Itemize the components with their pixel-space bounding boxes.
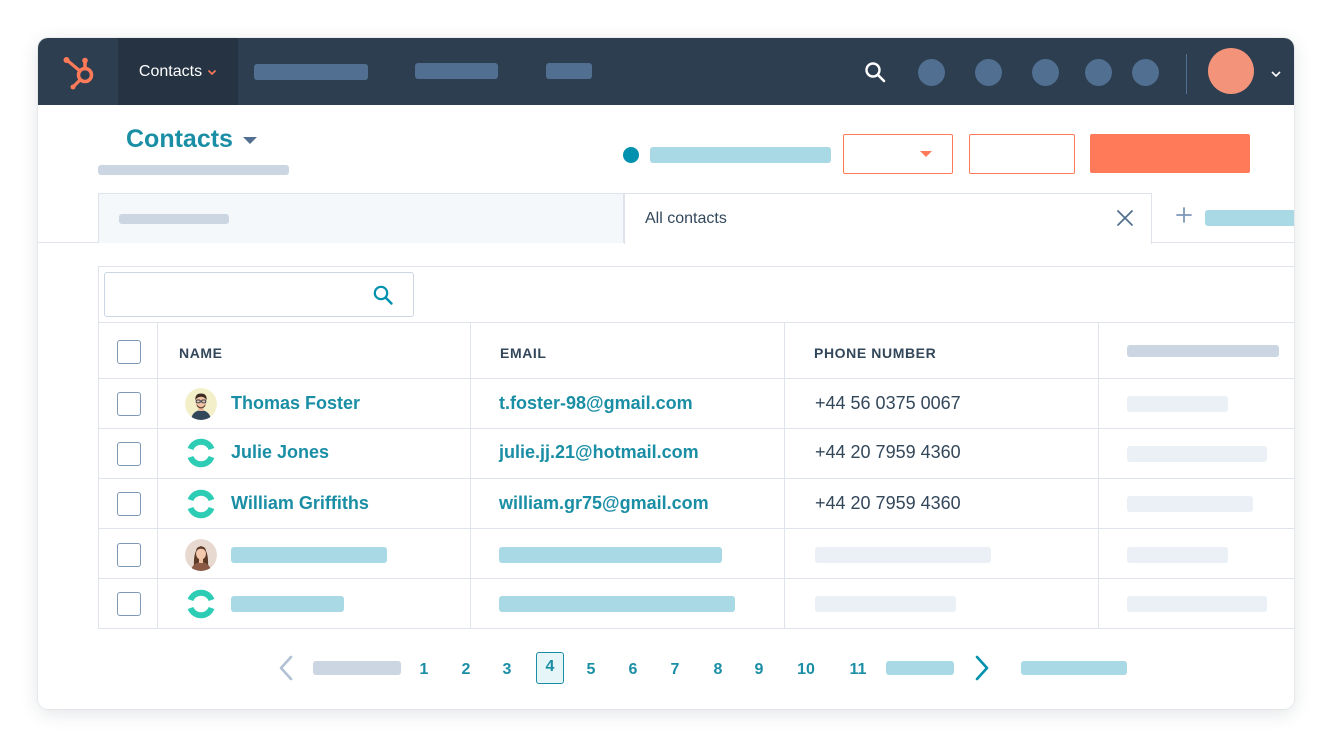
- sprocket-avatar-icon: [187, 589, 215, 619]
- cell-placeholder: [1127, 547, 1228, 563]
- search-icon[interactable]: [863, 60, 887, 84]
- contact-phone: +44 20 7959 4360: [815, 493, 961, 513]
- column-header-email[interactable]: EMAIL: [500, 345, 547, 361]
- table-search-input[interactable]: [104, 272, 414, 317]
- top-nav: Contacts: [38, 38, 1294, 105]
- nav-contacts-label: Contacts: [138, 62, 203, 80]
- user-avatar[interactable]: [1208, 48, 1254, 94]
- contact-name-link[interactable]: Thomas Foster: [231, 393, 360, 414]
- email-placeholder[interactable]: [499, 547, 722, 563]
- status-text-placeholder: [650, 147, 831, 163]
- phone-placeholder: [815, 596, 956, 612]
- next-label-placeholder[interactable]: [886, 661, 954, 675]
- prev-label-placeholder[interactable]: [313, 661, 401, 675]
- table-row[interactable]: Thomas Foster t.foster-98@gmail.com +44 …: [99, 378, 1294, 428]
- row-checkbox[interactable]: [117, 543, 141, 567]
- nav-icon-placeholder[interactable]: [975, 59, 1002, 86]
- page-number[interactable]: 6: [619, 656, 647, 688]
- row-checkbox[interactable]: [117, 392, 141, 416]
- plus-icon[interactable]: [1175, 206, 1193, 224]
- phone-placeholder: [815, 547, 991, 563]
- nav-icon-placeholder[interactable]: [1132, 59, 1159, 86]
- email-placeholder[interactable]: [499, 596, 735, 612]
- contact-email-link[interactable]: julie.jj.21@hotmail.com: [499, 442, 699, 463]
- status-dot: [623, 147, 639, 163]
- nav-icon-placeholder[interactable]: [1085, 59, 1112, 86]
- hubspot-logo-icon[interactable]: [58, 52, 98, 92]
- table-row[interactable]: William Griffiths william.gr75@gmail.com…: [99, 478, 1294, 528]
- nav-divider: [1186, 54, 1187, 94]
- caret-down-icon: [920, 151, 932, 157]
- contact-photo-avatar: [185, 539, 217, 571]
- nav-contacts-menu[interactable]: Contacts: [118, 38, 238, 105]
- contact-email-link[interactable]: william.gr75@gmail.com: [499, 493, 709, 514]
- page-number[interactable]: 5: [577, 656, 605, 688]
- page-number[interactable]: 11: [843, 656, 873, 688]
- page-size-placeholder[interactable]: [1021, 661, 1127, 675]
- contact-name-link[interactable]: William Griffiths: [231, 493, 369, 514]
- table-row[interactable]: [99, 578, 1294, 629]
- nav-item-placeholder[interactable]: [254, 64, 368, 80]
- row-checkbox[interactable]: [117, 442, 141, 466]
- table-row[interactable]: Julie Jones julie.jj.21@hotmail.com +44 …: [99, 428, 1294, 478]
- tab-label: All contacts: [645, 210, 727, 227]
- page-title-text: Contacts: [126, 125, 233, 153]
- sprocket-avatar-icon: [187, 438, 215, 468]
- sprocket-avatar-icon: [187, 489, 215, 519]
- chevron-down-icon[interactable]: [1270, 68, 1282, 80]
- name-placeholder[interactable]: [231, 547, 387, 563]
- subtitle-placeholder: [98, 165, 289, 175]
- row-checkbox[interactable]: [117, 492, 141, 516]
- contact-phone: +44 56 0375 0067: [815, 393, 961, 413]
- page-number[interactable]: 1: [410, 656, 438, 688]
- column-header-name[interactable]: NAME: [179, 345, 223, 361]
- row-checkbox[interactable]: [117, 592, 141, 616]
- select-all-checkbox[interactable]: [117, 340, 141, 364]
- page-number[interactable]: 3: [493, 656, 521, 688]
- cell-placeholder: [1127, 496, 1253, 512]
- contact-name-link[interactable]: Julie Jones: [231, 442, 329, 463]
- column-header-phone[interactable]: PHONE NUMBER: [814, 345, 936, 361]
- table-header-row: NAME EMAIL PHONE NUMBER: [99, 322, 1294, 379]
- page-number[interactable]: 8: [704, 656, 732, 688]
- chevron-left-icon[interactable]: [276, 654, 296, 682]
- page-number-current[interactable]: 4: [536, 652, 564, 684]
- nav-item-placeholder[interactable]: [415, 63, 498, 79]
- page-title[interactable]: Contacts: [126, 125, 257, 154]
- contact-email-link[interactable]: t.foster-98@gmail.com: [499, 393, 693, 414]
- cell-placeholder: [1127, 596, 1267, 612]
- page-number[interactable]: 2: [452, 656, 480, 688]
- column-header-placeholder[interactable]: [1127, 345, 1279, 357]
- tab-label-placeholder: [119, 214, 229, 224]
- cell-placeholder: [1127, 446, 1267, 462]
- primary-create-button[interactable]: [1090, 134, 1250, 173]
- table-row[interactable]: [99, 528, 1294, 578]
- secondary-button[interactable]: [969, 134, 1075, 174]
- caret-down-icon: [242, 137, 257, 144]
- close-icon[interactable]: [1115, 208, 1135, 228]
- contact-photo-avatar: [185, 388, 217, 420]
- view-tab-inactive[interactable]: [98, 193, 624, 243]
- nav-icon-placeholder[interactable]: [1032, 59, 1059, 86]
- page-number[interactable]: 7: [661, 656, 689, 688]
- name-placeholder[interactable]: [231, 596, 344, 612]
- chevron-right-icon[interactable]: [972, 654, 992, 682]
- nav-icon-placeholder[interactable]: [918, 59, 945, 86]
- page-number[interactable]: 10: [790, 656, 822, 688]
- cell-placeholder: [1127, 396, 1228, 412]
- view-tab-all-contacts[interactable]: All contacts: [624, 193, 1152, 244]
- contact-phone: +44 20 7959 4360: [815, 442, 961, 462]
- chevron-down-icon: [207, 69, 217, 75]
- page-number[interactable]: 9: [745, 656, 773, 688]
- app-window: Contacts Contacts All contacts NAME EMAI…: [38, 38, 1294, 709]
- add-view-placeholder[interactable]: [1205, 210, 1294, 226]
- search-icon[interactable]: [372, 284, 394, 306]
- actions-dropdown-button[interactable]: [843, 134, 953, 174]
- nav-item-placeholder[interactable]: [546, 63, 592, 79]
